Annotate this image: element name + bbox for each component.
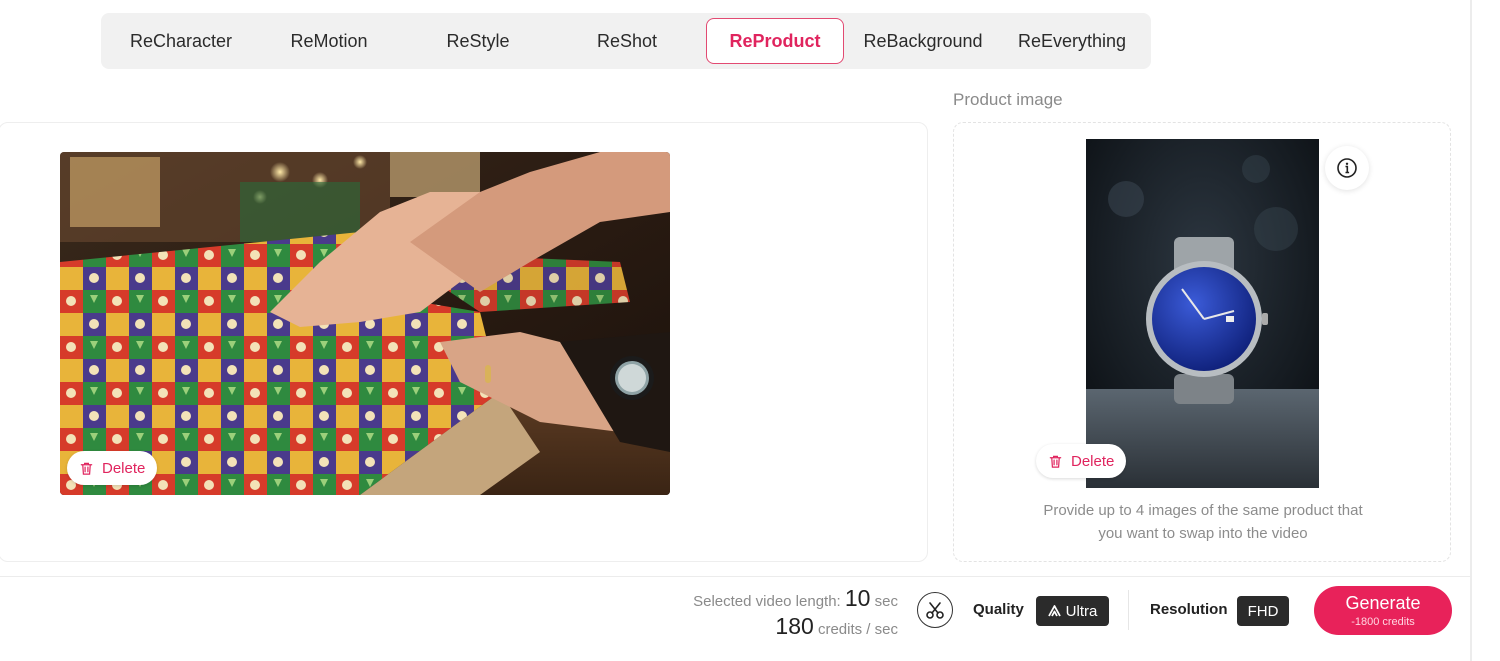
length-value: 10 [844, 585, 871, 611]
quality-value: Ultra [1065, 602, 1098, 620]
tab-remotion[interactable]: ReMotion [259, 18, 399, 64]
tab-reeverything[interactable]: ReEverything [1002, 18, 1142, 64]
generate-label: Generate [1345, 592, 1421, 613]
generate-button[interactable]: Generate -1800 credits [1314, 586, 1452, 635]
trash-icon [80, 462, 93, 475]
generate-cost: -1800 credits [1351, 615, 1415, 628]
tab-rebackground[interactable]: ReBackground [853, 18, 993, 64]
tab-reshot[interactable]: ReShot [557, 18, 697, 64]
length-prefix: Selected video length: [693, 593, 845, 610]
info-button[interactable] [1325, 146, 1369, 190]
quality-selector[interactable]: Ultra [1036, 596, 1109, 626]
helper-line-2: you want to swap into the video [1098, 525, 1308, 542]
ultra-logo-icon [1047, 605, 1061, 617]
watch-image [1086, 139, 1319, 488]
video-delete-label: Delete [102, 459, 146, 477]
length-unit: sec [870, 593, 898, 610]
resolution-value: FHD [1247, 602, 1279, 620]
mode-tabbar: ReCharacter ReMotion ReStyle ReShot RePr… [101, 13, 1151, 69]
video-delete-button[interactable]: Delete [67, 451, 158, 485]
trash-icon [1049, 455, 1062, 468]
scroll-edge [1470, 0, 1472, 661]
tab-reproduct[interactable]: ReProduct [706, 18, 844, 64]
info-icon [1337, 158, 1357, 178]
video-thumbnail[interactable] [60, 152, 670, 495]
product-helper-text: Provide up to 4 images of the same produ… [1003, 499, 1403, 545]
resolution-selector[interactable]: FHD [1237, 596, 1289, 626]
credits-unit: credits / sec [813, 621, 898, 638]
footer-divider [0, 576, 1470, 577]
product-section-label: Product image [953, 90, 1063, 109]
product-delete-label: Delete [1071, 452, 1115, 470]
tab-recharacter[interactable]: ReCharacter [111, 18, 251, 64]
footer-separator [1128, 590, 1129, 630]
product-delete-button[interactable]: Delete [1036, 444, 1127, 478]
product-image[interactable] [1086, 139, 1319, 488]
gift-wrapping-image [60, 152, 670, 495]
credits-value: 180 [775, 613, 814, 639]
tab-restyle[interactable]: ReStyle [408, 18, 548, 64]
resolution-label: Resolution [1150, 601, 1228, 618]
scissors-icon [926, 602, 944, 619]
video-length-info: Selected video length: 10 sec 180 credit… [600, 585, 898, 640]
quality-label: Quality [973, 601, 1024, 618]
helper-line-1: Provide up to 4 images of the same produ… [1043, 502, 1363, 519]
page: ReCharacter ReMotion ReStyle ReShot RePr… [0, 0, 1500, 661]
trim-button[interactable] [917, 592, 953, 628]
